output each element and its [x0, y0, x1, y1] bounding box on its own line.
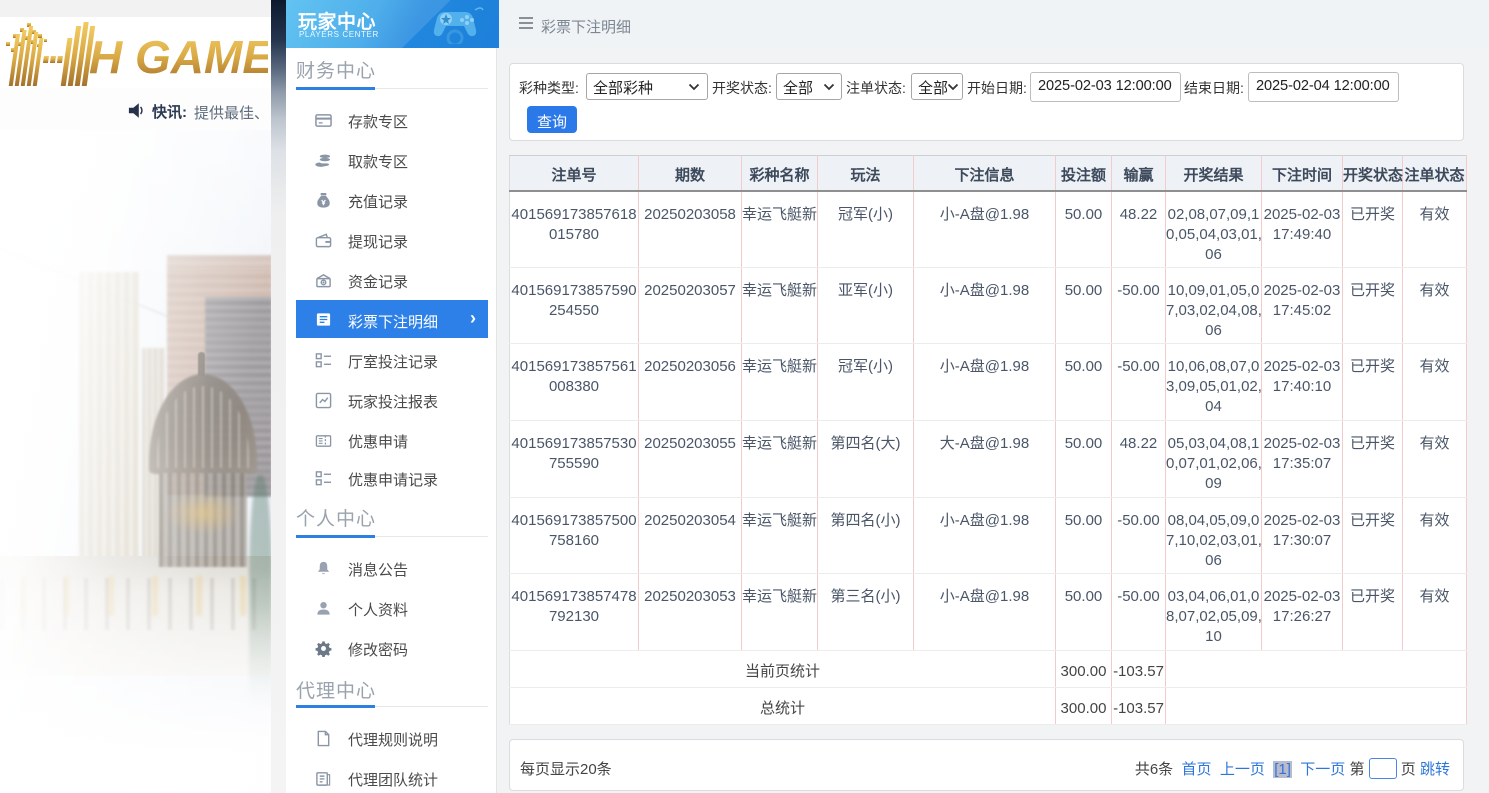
svg-text:H GAME: H GAME: [89, 31, 268, 83]
